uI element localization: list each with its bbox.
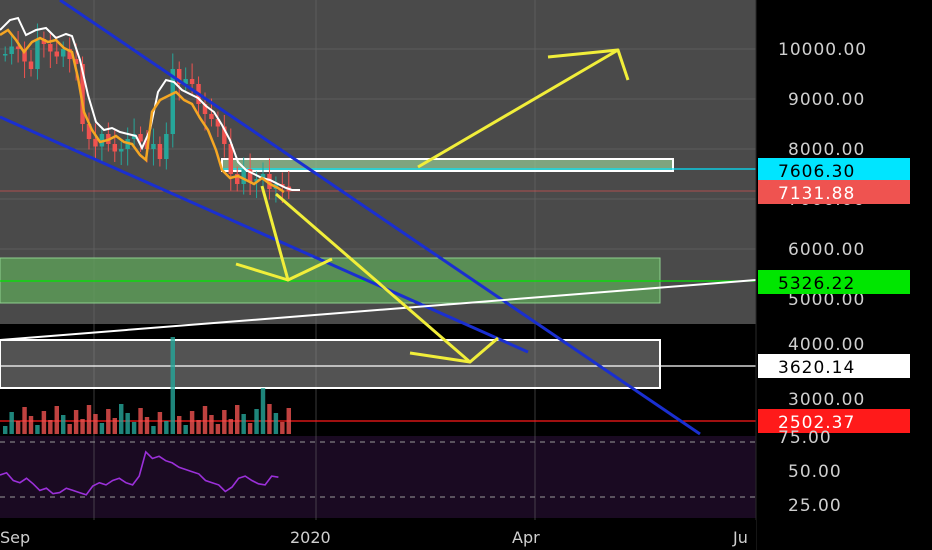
volume-bar	[286, 408, 291, 434]
volume-bar	[144, 417, 150, 434]
volume-bar	[125, 413, 130, 434]
time-axis-label: Apr	[512, 528, 540, 547]
candle-body	[112, 144, 117, 152]
trading-chart: 10000.00 9000.00 8000.00 7000.00 6000.00…	[0, 0, 932, 550]
volume-bar	[22, 407, 27, 434]
volume-bar	[247, 423, 253, 434]
volume-bar	[241, 414, 246, 434]
candle-body	[151, 144, 156, 149]
volume-bar	[183, 425, 188, 434]
volume-bar	[86, 405, 92, 434]
indicator-tick-label: 50.00	[788, 462, 842, 482]
candle-body	[3, 54, 8, 56]
volume-bar	[54, 406, 59, 434]
indicator-tick-label: 25.00	[788, 496, 842, 516]
price-tag-3620[interactable]: 3620.14	[758, 354, 910, 378]
candle-body	[35, 39, 40, 69]
volume-bar	[170, 337, 175, 434]
candle-body	[189, 79, 195, 84]
lower-zone[interactable]	[0, 339, 661, 389]
volume-bar	[28, 416, 34, 434]
volume-bar	[131, 422, 137, 434]
time-axis-label: Ju	[732, 528, 748, 547]
volume-bar	[189, 411, 195, 434]
candle-body	[209, 114, 214, 119]
volume-bar	[67, 424, 72, 434]
volume-bar	[41, 411, 47, 434]
price-tick-label: 9000.00	[788, 90, 865, 110]
time-axis-label: 2020	[290, 528, 331, 547]
volume-bar	[119, 404, 124, 434]
candle-body	[48, 44, 53, 52]
price-tag-label: 3620.14	[778, 358, 855, 378]
price-tick-label: 10000.00	[778, 40, 867, 60]
candle-body	[119, 149, 124, 152]
candle-body	[93, 139, 98, 147]
candle-body	[164, 134, 169, 159]
volume-bar	[260, 388, 266, 434]
volume-bar	[202, 406, 208, 434]
volume-bar	[73, 410, 79, 434]
volume-bar	[99, 423, 105, 434]
volume-bar	[228, 419, 233, 434]
price-tick-label: 3000.00	[788, 390, 865, 410]
volume-bar	[138, 408, 143, 434]
volume-bar	[177, 416, 182, 434]
volume-bar	[48, 420, 53, 434]
candle-body	[9, 46, 14, 54]
volume-bar	[254, 409, 259, 434]
candle-body	[54, 51, 59, 57]
price-tag-7606[interactable]: 7606.30	[758, 158, 910, 182]
volume-bar	[112, 418, 117, 434]
volume-bar	[222, 410, 227, 434]
volume-bar	[9, 412, 14, 434]
volume-bar	[235, 405, 240, 434]
price-tick-label: 6000.00	[788, 240, 865, 260]
volume-bar	[157, 412, 163, 434]
volume-bar	[267, 404, 272, 434]
time-axis: Sep 2020 Apr Ju	[0, 520, 756, 550]
candle-body	[241, 169, 246, 184]
volume-bar	[280, 422, 285, 434]
price-tag-5326[interactable]: 5326.22	[758, 270, 910, 294]
price-tick-label: 4000.00	[788, 335, 865, 355]
price-tag-7131[interactable]: 7131.88	[758, 180, 910, 204]
indicator-tick-label: 75.00	[778, 428, 832, 448]
volume-bar	[93, 414, 98, 434]
price-tag-label: 7606.30	[778, 162, 855, 182]
price-tick-label: 8000.00	[788, 140, 865, 160]
volume-bar	[3, 426, 8, 434]
volume-bar	[15, 421, 21, 434]
volume-bar	[151, 426, 156, 434]
volume-bar	[196, 420, 201, 434]
candle-body	[28, 61, 34, 69]
volume-bar	[80, 419, 85, 434]
volume-bar	[273, 413, 279, 434]
indicator-pane[interactable]	[0, 436, 756, 518]
price-tag-label: 5326.22	[778, 274, 855, 294]
volume-bar	[61, 415, 66, 434]
candle-body	[61, 49, 66, 57]
volume-bar	[106, 409, 111, 434]
volume-bar	[215, 424, 221, 434]
candle-body	[157, 144, 163, 159]
price-tag-label: 7131.88	[778, 184, 855, 204]
volume-bar	[209, 415, 214, 434]
time-axis-label: Sep	[0, 528, 30, 547]
volume-bar	[35, 425, 40, 434]
volume-bar	[164, 421, 169, 434]
